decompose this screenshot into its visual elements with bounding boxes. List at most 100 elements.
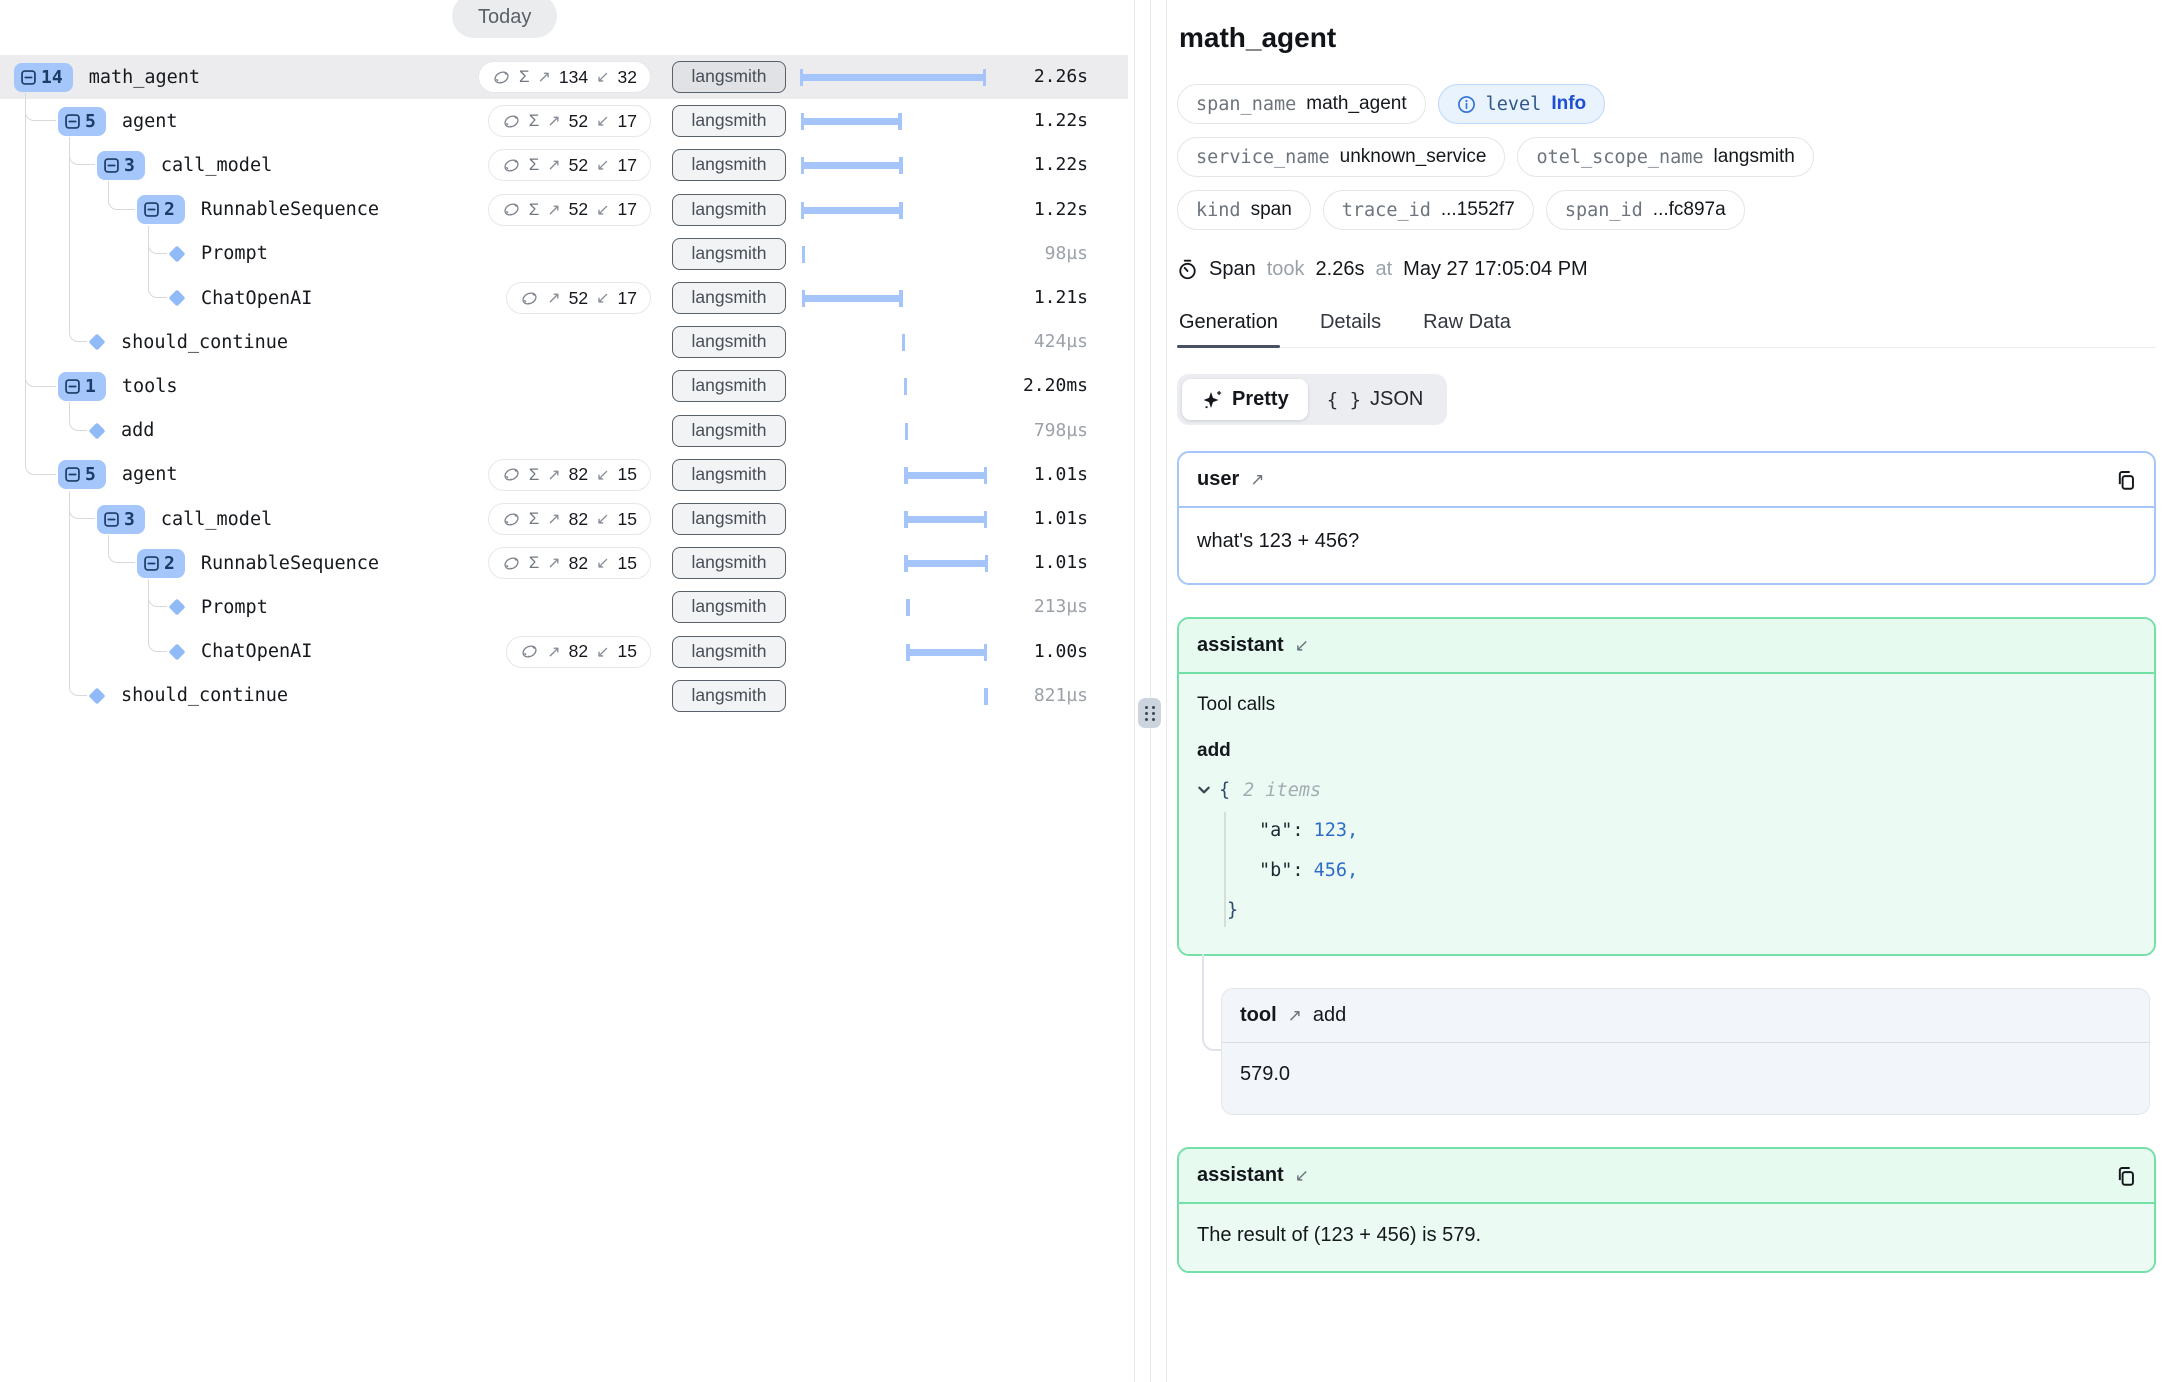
tab-raw-data[interactable]: Raw Data [1423, 311, 1511, 347]
token-coin-icon [502, 200, 521, 219]
trace-row-tools[interactable]: 1toolslangsmith2.20ms [0, 364, 1128, 408]
timeline-tick [905, 423, 909, 440]
tool-result-wrap: tool ↗ add 579.0 [1221, 988, 2150, 1115]
trace-row-should_continue[interactable]: should_continuelangsmith821µs [0, 674, 1128, 718]
user-message-header: user ↗ [1179, 453, 2154, 508]
tool-name: add [1313, 1004, 1346, 1027]
row-label: 2 RunnableSequence [137, 188, 379, 232]
trace-row-should_continue[interactable]: should_continuelangsmith424µs [0, 320, 1128, 364]
tab-generation[interactable]: Generation [1179, 311, 1278, 347]
run-name: call_model [161, 509, 272, 530]
row-label: ChatOpenAI [169, 630, 312, 674]
langsmith-tag[interactable]: langsmith [672, 370, 786, 402]
tool-connector-line [1202, 954, 1221, 1051]
collapse-count-badge[interactable]: 2 [137, 549, 185, 578]
run-name: add [121, 420, 154, 441]
collapse-minus-icon [21, 70, 36, 85]
tool-args-json: { 2 items "a": 123, "b": 456, } [1197, 770, 2136, 930]
trace-row-call_model[interactable]: 3 call_model Σ↗82↙15 langsmith 1.01s [0, 497, 1128, 541]
collapse-count-badge[interactable]: 14 [14, 63, 73, 92]
pretty-toggle-button[interactable]: Pretty [1182, 379, 1308, 420]
duration-label: 798µs [1034, 409, 1088, 453]
duration-label: 1.22s [1034, 188, 1088, 232]
panel-resize-handle[interactable] [1138, 698, 1161, 728]
token-coin-icon [492, 68, 511, 87]
langsmith-tag[interactable]: langsmith [672, 591, 786, 623]
langsmith-tag[interactable]: langsmith [672, 61, 786, 93]
trace-row-RunnableSequence[interactable]: 2RunnableSequenceΣ↗52↙17langsmith1.22s [0, 188, 1128, 232]
token-count-badge: ↗52↙17 [506, 282, 651, 314]
input-tokens-arrow-icon: ↗ [547, 553, 560, 573]
trace-row-RunnableSequence[interactable]: 2RunnableSequenceΣ↗82↙15langsmith1.01s [0, 541, 1128, 585]
run-name: should_continue [121, 332, 288, 353]
langsmith-tag[interactable]: langsmith [672, 105, 786, 137]
duration-label: 1.01s [1034, 497, 1088, 541]
tab-details[interactable]: Details [1320, 311, 1381, 347]
trace-row-math_agent[interactable]: 14math_agentΣ↗134↙32langsmith2.26s [0, 55, 1128, 99]
collapse-count-badge[interactable]: 5 [58, 460, 106, 489]
langsmith-tag[interactable]: langsmith [672, 282, 786, 314]
sigma-icon: Σ [519, 67, 530, 87]
token-count-badge: Σ↗82↙15 [488, 503, 651, 535]
collapse-count-badge[interactable]: 3 [97, 505, 145, 534]
input-tokens-arrow-icon: ↗ [547, 111, 560, 131]
collapse-count-badge[interactable]: 1 [58, 372, 106, 401]
trace-row-Prompt[interactable]: Promptlangsmith98µs [0, 232, 1128, 276]
trace-row-agent[interactable]: 5agentΣ↗82↙15langsmith1.01s [0, 453, 1128, 497]
role-label: assistant [1197, 634, 1284, 657]
output-tokens-arrow-icon: ↙ [596, 111, 609, 131]
arg-value: 123, [1314, 820, 1359, 841]
timeline-bar [801, 74, 985, 81]
collapse-count-badge[interactable]: 2 [137, 195, 185, 224]
detail-tabs: Generation Details Raw Data [1177, 311, 2156, 348]
langsmith-tag[interactable]: langsmith [672, 680, 786, 712]
collapse-minus-icon [104, 158, 119, 173]
input-tokens-arrow-icon: ↗ [547, 288, 560, 308]
langsmith-tag[interactable]: langsmith [672, 238, 786, 270]
timeline-track [800, 497, 990, 541]
timeline-track [800, 55, 990, 99]
chevron-down-icon[interactable] [1197, 783, 1211, 797]
trace-row-call_model[interactable]: 3call_modelΣ↗52↙17langsmith1.22s [0, 143, 1128, 187]
langsmith-tag[interactable]: langsmith [672, 459, 786, 491]
trace-row-add[interactable]: add langsmith 798µs [0, 409, 1128, 453]
langsmith-tag[interactable]: langsmith [672, 636, 786, 668]
duration-label: 1.22s [1034, 99, 1088, 143]
badge-span-name: span_name math_agent [1177, 84, 1426, 124]
langsmith-tag[interactable]: langsmith [672, 547, 786, 579]
duration-label: 1.01s [1034, 453, 1088, 497]
trace-row-ChatOpenAI[interactable]: ChatOpenAI↗82↙15langsmith1.00s [0, 630, 1128, 674]
langsmith-tag[interactable]: langsmith [672, 149, 786, 181]
json-toggle-button[interactable]: { } JSON [1308, 379, 1443, 420]
today-pill[interactable]: Today [452, 0, 557, 38]
timeline-bar [802, 162, 902, 169]
langsmith-tag[interactable]: langsmith [672, 326, 786, 358]
run-name: RunnableSequence [201, 199, 379, 220]
tree-connector-line [69, 491, 87, 696]
run-name: Prompt [201, 597, 268, 618]
copy-button[interactable] [2111, 465, 2141, 495]
span-word: Span [1209, 258, 1256, 281]
timeline-tick [902, 334, 906, 351]
trace-row-ChatOpenAI[interactable]: ChatOpenAI↗52↙17langsmith1.21s [0, 276, 1128, 320]
token-coin-icon [502, 554, 521, 573]
input-tokens-arrow-icon: ↗ [547, 642, 560, 662]
langsmith-tag[interactable]: langsmith [672, 415, 786, 447]
collapse-count-badge[interactable]: 5 [58, 107, 106, 136]
collapse-minus-icon [144, 202, 159, 217]
duration-label: 2.20ms [1023, 364, 1088, 408]
trace-row-Prompt[interactable]: Promptlangsmith213µs [0, 585, 1128, 629]
token-coin-icon [520, 642, 539, 661]
collapse-count-badge[interactable]: 3 [97, 151, 145, 180]
timeline-track [800, 585, 990, 629]
copy-button[interactable] [2111, 1161, 2141, 1191]
langsmith-tag[interactable]: langsmith [672, 194, 786, 226]
badge-kind: kind span [1177, 190, 1311, 230]
timeline-bar [802, 207, 902, 214]
open-brace: { [1219, 780, 1230, 801]
langsmith-tag[interactable]: langsmith [672, 503, 786, 535]
input-tokens-arrow-icon: ↗ [547, 465, 560, 485]
arg-key: "a": [1197, 820, 1304, 841]
tool-calls-label: Tool calls [1197, 694, 2136, 716]
trace-row-agent[interactable]: 5agentΣ↗52↙17langsmith1.22s [0, 99, 1128, 143]
